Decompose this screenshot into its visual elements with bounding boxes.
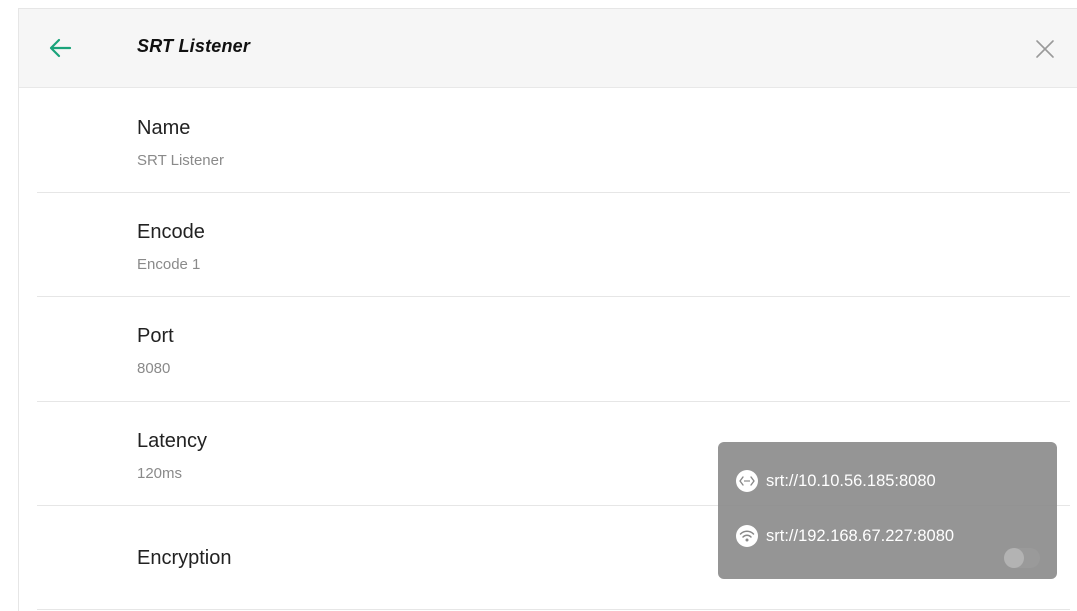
- setting-value: 8080: [137, 360, 171, 377]
- setting-row-port[interactable]: Port 8080: [37, 297, 1070, 402]
- close-icon: [1036, 40, 1054, 58]
- arrow-left-icon: [49, 38, 72, 58]
- setting-value: Encode 1: [137, 256, 201, 273]
- settings-window: SRT Listener Name SRT Listener Encode En…: [18, 8, 1077, 611]
- back-button[interactable]: [43, 31, 77, 65]
- setting-label: Encryption: [137, 547, 232, 569]
- page-title: SRT Listener: [137, 36, 251, 56]
- setting-label: Encode: [137, 221, 205, 243]
- setting-row-encode[interactable]: Encode Encode 1: [37, 193, 1070, 297]
- stream-url-text: srt://192.168.67.227:8080: [766, 526, 955, 545]
- close-button[interactable]: [1030, 34, 1060, 64]
- header-bar: SRT Listener: [19, 9, 1077, 88]
- toggle-knob: [1004, 548, 1024, 568]
- setting-label: Latency: [137, 430, 208, 452]
- encryption-toggle[interactable]: [1004, 548, 1040, 568]
- setting-value: 120ms: [137, 465, 183, 482]
- setting-value: SRT Listener: [137, 152, 224, 169]
- setting-row-name[interactable]: Name SRT Listener: [37, 89, 1070, 193]
- ethernet-icon: [736, 470, 758, 492]
- stream-url-item[interactable]: srt://192.168.67.227:8080: [736, 525, 954, 547]
- stream-url-popup: srt://10.10.56.185:8080 srt://192.168.67…: [718, 442, 1057, 579]
- setting-label: Name: [137, 117, 191, 139]
- setting-label: Port: [137, 325, 174, 347]
- stream-url-text: srt://10.10.56.185:8080: [766, 471, 936, 490]
- wifi-icon: [736, 525, 758, 547]
- stream-url-item[interactable]: srt://10.10.56.185:8080: [736, 470, 936, 492]
